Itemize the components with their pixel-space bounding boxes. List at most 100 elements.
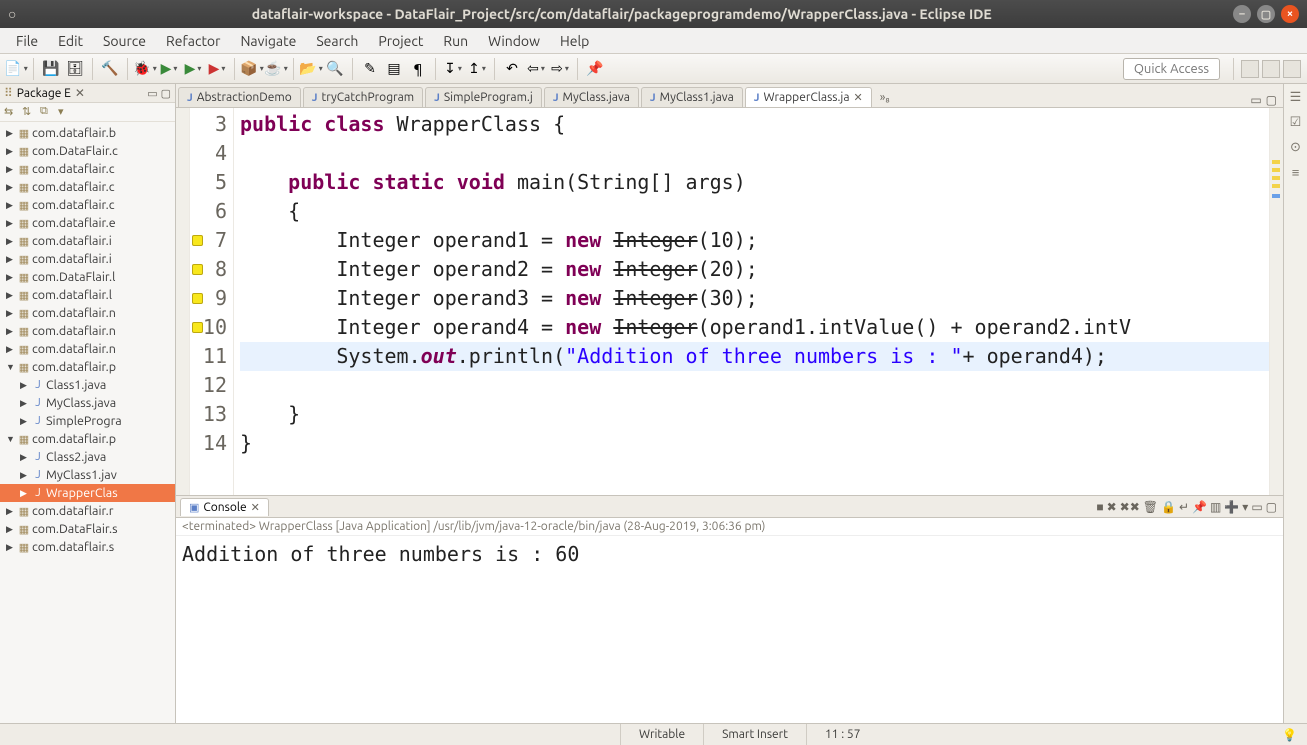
minimize-view-icon[interactable]: ▭ (147, 87, 157, 100)
pin-console-icon[interactable]: 📌 (1192, 500, 1207, 514)
open-type-button[interactable]: 📂 (301, 59, 321, 79)
pin-button[interactable]: 📌 (585, 59, 605, 79)
package-item[interactable]: ▶▦com.DataFlair.l (0, 268, 175, 286)
tab-myclass[interactable]: JMyClass.java (544, 87, 639, 107)
maximize-button[interactable]: ▢ (1257, 5, 1275, 23)
outline-icon[interactable]: ☰ (1290, 90, 1302, 105)
line-gutter[interactable]: 3456 789 101112 1314 (190, 108, 234, 495)
package-item[interactable]: ▶▦com.dataflair.i (0, 250, 175, 268)
expressions-icon[interactable]: ≡ (1292, 165, 1300, 180)
maximize-view-icon[interactable]: ▢ (161, 87, 171, 100)
package-item[interactable]: ▼▦com.dataflair.p (0, 430, 175, 448)
new-class-button[interactable]: ☕ (266, 59, 286, 79)
task-list-icon[interactable]: ☑ (1290, 115, 1302, 130)
code-editor[interactable]: public class WrapperClass { public stati… (234, 108, 1269, 495)
next-annotation-button[interactable]: ↧ (443, 59, 463, 79)
menu-help[interactable]: Help (550, 30, 599, 52)
package-item[interactable]: ▶▦com.dataflair.c (0, 196, 175, 214)
menu-navigate[interactable]: Navigate (230, 30, 306, 52)
open-perspective-icon[interactable] (1241, 60, 1259, 78)
minimize-editor-icon[interactable]: ▭ (1250, 93, 1261, 107)
package-item[interactable]: ▶▦com.dataflair.r (0, 502, 175, 520)
package-item[interactable]: ▶▦com.dataflair.e (0, 214, 175, 232)
package-item[interactable]: ▶▦com.dataflair.n (0, 322, 175, 340)
prev-annotation-button[interactable]: ↥ (467, 59, 487, 79)
tab-abstractiondemo[interactable]: JAbstractionDemo (178, 87, 301, 107)
new-button[interactable]: 📄 (6, 59, 26, 79)
minimize-button[interactable]: – (1233, 5, 1251, 23)
perspective-switcher[interactable] (1241, 60, 1301, 78)
menu-edit[interactable]: Edit (48, 30, 93, 52)
forward-button[interactable]: ⇨ (550, 59, 570, 79)
menu-source[interactable]: Source (93, 30, 156, 52)
debug-perspective-icon[interactable] (1283, 60, 1301, 78)
show-whitespace-button[interactable]: ¶ (408, 59, 428, 79)
toggle-mark-button[interactable]: ✎ (360, 59, 380, 79)
menu-run[interactable]: Run (433, 30, 478, 52)
console-tab[interactable]: ▣ Console ✕ (180, 498, 269, 516)
package-item[interactable]: ▶▦com.dataflair.l (0, 286, 175, 304)
maximize-console-icon[interactable]: ▢ (1266, 500, 1277, 514)
tip-icon[interactable]: 💡 (1282, 728, 1307, 742)
menu-project[interactable]: Project (368, 30, 433, 52)
search-button[interactable]: 🔍 (325, 59, 345, 79)
maximize-editor-icon[interactable]: ▢ (1266, 93, 1277, 107)
package-item[interactable]: ▶▦com.dataflair.n (0, 304, 175, 322)
menu-window[interactable]: Window (478, 30, 550, 52)
coverage-button[interactable]: ▶ (183, 59, 203, 79)
save-all-button[interactable]: 🗄 (65, 59, 85, 79)
file-item[interactable]: ▶JMyClass.java (0, 394, 175, 412)
tab-simpleprogram[interactable]: JSimpleProgram.j (425, 87, 542, 107)
console-output[interactable]: Addition of three numbers is : 60 (176, 536, 1283, 723)
package-item[interactable]: ▶▦com.dataflair.i (0, 232, 175, 250)
close-tab-icon[interactable]: ✕ (854, 91, 863, 104)
filter-icon[interactable]: ⧉ (40, 105, 54, 119)
scroll-lock-icon[interactable]: 🔒 (1161, 500, 1176, 514)
new-package-button[interactable]: 📦 (242, 59, 262, 79)
collapse-all-icon[interactable]: ⇆ (4, 105, 18, 119)
menu-search[interactable]: Search (306, 30, 368, 52)
file-item[interactable]: ▶JClass1.java (0, 376, 175, 394)
run-button[interactable]: ▶ (159, 59, 179, 79)
package-tree[interactable]: ▶▦com.dataflair.b▶▦com.DataFlair.c▶▦com.… (0, 122, 175, 723)
minimize-console-icon[interactable]: ▭ (1251, 500, 1262, 514)
quick-access-input[interactable]: Quick Access (1123, 58, 1220, 80)
link-editor-icon[interactable]: ⇅ (22, 105, 36, 119)
package-item[interactable]: ▶▦com.DataFlair.c (0, 142, 175, 160)
open-console-icon[interactable]: ➕ (1224, 500, 1239, 514)
overview-ruler[interactable] (1269, 108, 1283, 495)
file-item[interactable]: ▶JSimpleProgra (0, 412, 175, 430)
back-button[interactable]: ⇦ (526, 59, 546, 79)
ext-tools-button[interactable]: ▶ (207, 59, 227, 79)
package-item[interactable]: ▶▦com.dataflair.b (0, 124, 175, 142)
package-item[interactable]: ▶▦com.dataflair.n (0, 340, 175, 358)
terminate-icon[interactable]: ■ (1096, 500, 1103, 514)
java-perspective-icon[interactable] (1262, 60, 1280, 78)
package-item[interactable]: ▼▦com.dataflair.p (0, 358, 175, 376)
remove-launch-icon[interactable]: ✖ (1107, 500, 1117, 514)
clear-console-icon[interactable]: 🗑 (1143, 500, 1158, 514)
menu-file[interactable]: File (6, 30, 48, 52)
console-menu-icon[interactable]: ▾ (1242, 500, 1248, 514)
last-edit-button[interactable]: ↶ (502, 59, 522, 79)
remove-all-icon[interactable]: ✖✖ (1120, 500, 1140, 514)
tab-wrapperclass[interactable]: JWrapperClass.ja✕ (745, 87, 872, 107)
package-item[interactable]: ▶▦com.dataflair.c (0, 178, 175, 196)
close-button[interactable]: × (1281, 5, 1299, 23)
toggle-block-button[interactable]: ▤ (384, 59, 404, 79)
tab-trycatchprogram[interactable]: JtryCatchProgram (303, 87, 423, 107)
breakpoints-icon[interactable]: ⊙ (1290, 140, 1301, 155)
file-item[interactable]: ▶JClass2.java (0, 448, 175, 466)
build-button[interactable]: 🔨 (100, 59, 120, 79)
close-view-icon[interactable]: ✕ (75, 86, 85, 100)
file-item[interactable]: ▶JMyClass1.jav (0, 466, 175, 484)
save-button[interactable]: 💾 (41, 59, 61, 79)
package-item[interactable]: ▶▦com.DataFlair.s (0, 520, 175, 538)
tab-myclass1[interactable]: JMyClass1.java (641, 87, 743, 107)
package-item[interactable]: ▶▦com.dataflair.c (0, 160, 175, 178)
close-console-icon[interactable]: ✕ (251, 501, 260, 514)
more-tabs-button[interactable]: »₈ (874, 88, 896, 107)
menu-refactor[interactable]: Refactor (156, 30, 230, 52)
word-wrap-icon[interactable]: ↵ (1179, 500, 1189, 514)
package-item[interactable]: ▶▦com.dataflair.s (0, 538, 175, 556)
